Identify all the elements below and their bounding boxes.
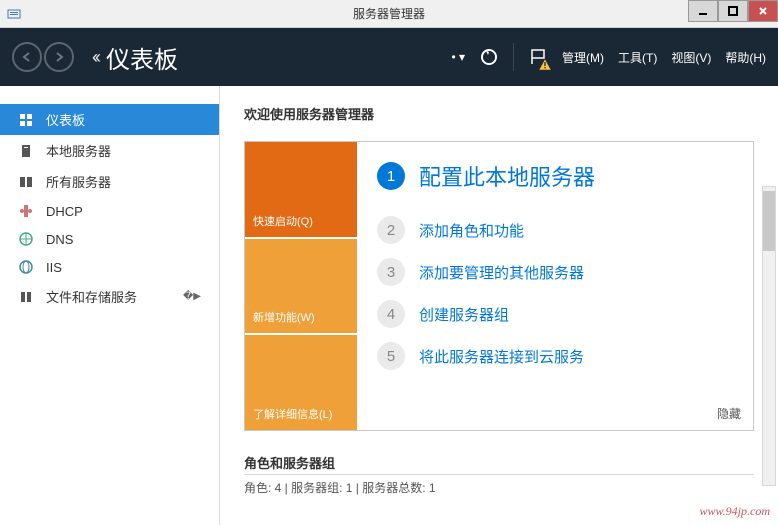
sidebar-item-dhcp[interactable]: DHCP	[0, 197, 219, 225]
main-content: 欢迎使用服务器管理器 快速启动(Q) 新增功能(W) 了解详细信息(L) 1 配…	[220, 86, 778, 525]
roles-summary: 角色: 4 | 服务器组: 1 | 服务器总数: 1	[244, 479, 754, 496]
step-link[interactable]: 创建服务器组	[419, 304, 509, 325]
step-number: 4	[377, 300, 405, 328]
sidebar-item-all[interactable]: 所有服务器	[0, 166, 219, 197]
step-5: 5 将此服务器连接到云服务	[377, 342, 733, 370]
page-title: ‹‹ 仪表板	[92, 40, 178, 75]
dhcp-icon	[18, 203, 34, 219]
sidebar-item-label: 本地服务器	[46, 141, 111, 160]
menu-tools[interactable]: 工具(T)	[618, 49, 657, 66]
sidebar-item-label: 文件和存储服务	[46, 287, 137, 306]
titlebar: 服务器管理器	[0, 0, 778, 28]
menu-manage[interactable]: 管理(M)	[562, 49, 604, 66]
watermark: www.94jp.com	[700, 504, 770, 519]
sidebar-item-iis[interactable]: IIS	[0, 253, 219, 281]
hide-link[interactable]: 隐藏	[717, 405, 741, 422]
sidebar-item-label: DNS	[46, 232, 73, 247]
sidebar-item-dns[interactable]: DNS	[0, 225, 219, 253]
dropdown-indicator[interactable]: • ▾	[451, 50, 465, 64]
minimize-button[interactable]	[688, 0, 718, 22]
menu-view[interactable]: 视图(V)	[671, 49, 711, 66]
sidebar-item-storage[interactable]: 文件和存储服务 �▶	[0, 281, 219, 312]
iis-icon	[18, 259, 34, 275]
sidebar-item-label: DHCP	[46, 204, 83, 219]
tab-label: 了解详细信息(L)	[253, 406, 332, 422]
welcome-heading: 欢迎使用服务器管理器	[244, 104, 754, 123]
header-bar: ‹‹ 仪表板 • ▾ 管理(M) 工具(T) 视图(V) 帮助(H)	[0, 28, 778, 86]
sidebar-item-label: 仪表板	[46, 110, 85, 129]
close-button[interactable]	[748, 0, 778, 22]
step-3: 3 添加要管理的其他服务器	[377, 258, 733, 286]
step-number: 3	[377, 258, 405, 286]
maximize-button[interactable]	[718, 0, 748, 22]
server-icon	[18, 143, 34, 159]
sidebar-item-local[interactable]: 本地服务器	[0, 135, 219, 166]
step-link[interactable]: 添加角色和功能	[419, 220, 524, 241]
step-2: 2 添加角色和功能	[377, 216, 733, 244]
refresh-icon[interactable]	[479, 47, 499, 67]
dns-icon	[18, 231, 34, 247]
panel-tabs: 快速启动(Q) 新增功能(W) 了解详细信息(L)	[245, 142, 357, 430]
nav-back-button[interactable]	[12, 42, 42, 72]
step-link[interactable]: 将此服务器连接到云服务	[419, 346, 584, 367]
tab-learnmore[interactable]: 了解详细信息(L)	[245, 333, 357, 430]
scrollbar-thumb[interactable]	[763, 191, 775, 251]
step-1: 1 配置此本地服务器	[377, 160, 733, 192]
warning-badge-icon	[538, 58, 552, 72]
step-link[interactable]: 添加要管理的其他服务器	[419, 262, 584, 283]
step-number: 5	[377, 342, 405, 370]
page-title-text: 仪表板	[106, 40, 178, 75]
step-link[interactable]: 配置此本地服务器	[419, 160, 595, 192]
notifications-icon[interactable]	[528, 47, 548, 67]
dashboard-icon	[18, 112, 34, 128]
roles-heading: 角色和服务器组	[244, 453, 754, 475]
app-icon	[6, 6, 22, 22]
step-number: 1	[377, 162, 405, 190]
window-title: 服务器管理器	[353, 5, 425, 22]
quickstart-panel: 快速启动(Q) 新增功能(W) 了解详细信息(L) 1 配置此本地服务器 2 添…	[244, 141, 754, 431]
expand-icon[interactable]: �▶	[183, 291, 201, 302]
scrollbar[interactable]	[762, 186, 776, 486]
steps-area: 1 配置此本地服务器 2 添加角色和功能 3 添加要管理的其他服务器 4 创建服…	[357, 142, 753, 430]
step-number: 2	[377, 216, 405, 244]
tab-label: 快速启动(Q)	[253, 213, 313, 229]
window-controls	[688, 0, 778, 27]
tab-whatsnew[interactable]: 新增功能(W)	[245, 237, 357, 334]
sidebar-item-label: 所有服务器	[46, 172, 111, 191]
sidebar-item-dashboard[interactable]: 仪表板	[0, 104, 219, 135]
sidebar: 仪表板 本地服务器 所有服务器 DHCP DNS IIS 文件和存储服务 �▶	[0, 86, 220, 525]
storage-icon	[18, 289, 34, 305]
servers-icon	[18, 174, 34, 190]
menu-help[interactable]: 帮助(H)	[725, 49, 766, 66]
tab-quickstart[interactable]: 快速启动(Q)	[245, 142, 357, 237]
chevron-left-icon: ‹‹	[92, 47, 98, 68]
sidebar-item-label: IIS	[46, 260, 62, 275]
separator	[513, 43, 514, 71]
step-4: 4 创建服务器组	[377, 300, 733, 328]
nav-forward-button[interactable]	[44, 42, 74, 72]
tab-label: 新增功能(W)	[253, 309, 315, 325]
